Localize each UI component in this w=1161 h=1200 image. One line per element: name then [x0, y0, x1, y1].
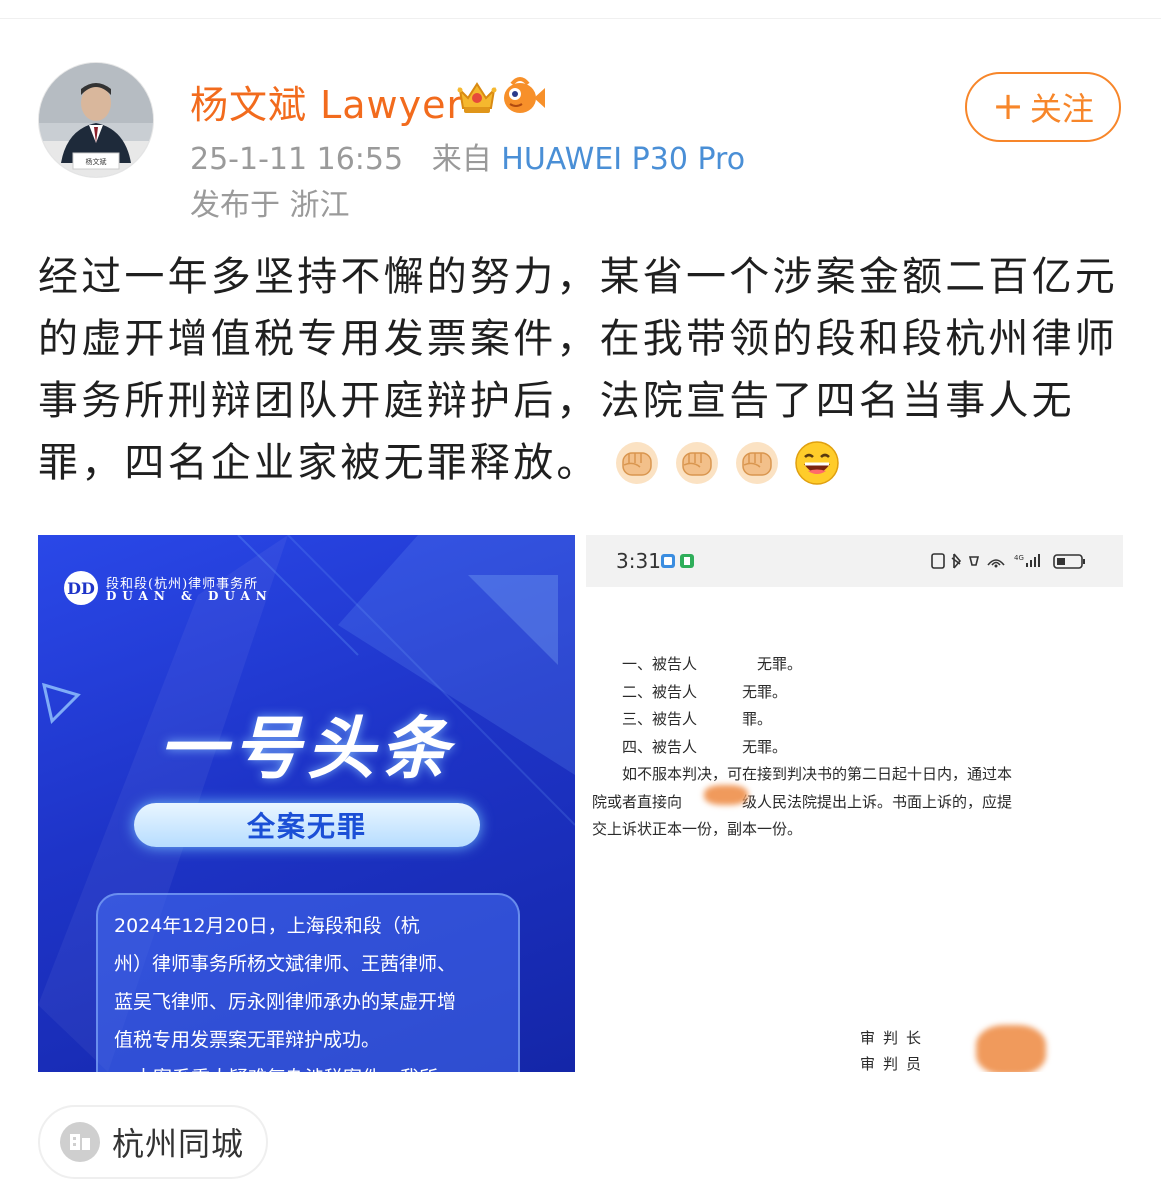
poster-text-line: 州）律师事务所杨文斌律师、王茜律师、 [114, 953, 457, 975]
notification-icons [661, 554, 694, 568]
verdict-line: 四、被告人 无罪。 [592, 737, 788, 756]
status-icons: 4G [931, 553, 1085, 569]
verdict-line: 院或者直接向 级人民法院提出上诉。书面上诉的，应提 [592, 792, 1013, 811]
post-text-line: 罪，四名企业家被无罪释放。 [38, 440, 600, 486]
verdict-line: 一、被告人 无罪。 [592, 655, 803, 673]
status-time: 3:31 [616, 549, 661, 573]
redaction-blur [706, 647, 742, 763]
sign-line: 审判长 [860, 1029, 930, 1047]
emoji-row [614, 440, 840, 486]
location-tag[interactable]: 杭州同城 [38, 1105, 268, 1179]
follow-label: 关注 [1029, 90, 1094, 128]
firm-logo-icon: DD [64, 571, 98, 605]
top-divider [0, 0, 1161, 19]
fist-emoji-icon [616, 442, 658, 484]
author-name[interactable]: 杨文斌 Lawyer [190, 74, 463, 129]
poster-pill: 全案无罪 [134, 803, 480, 847]
publish-location: 发布于 浙江 [190, 188, 350, 223]
fist-emoji-icon [736, 442, 778, 484]
verdict-line: 二、被告人 无罪。 [592, 682, 788, 701]
source-prefix: 来自 [431, 142, 492, 177]
post-text-line: 事务所刑辩团队开庭辩护后，法院宣告了四名当事人无 [38, 378, 1075, 424]
poster-textbox: 2024年12月20日，上海段和段（杭 州）律师事务所杨文斌律师、王茜律师、 蓝… [96, 893, 520, 1072]
verdict-document: 一、被告人 无罪。 二、被告人 无罪。 三、被告人 罪。 四、被告人 无罪。 如… [592, 651, 1112, 844]
follow-button[interactable]: + 关注 [965, 72, 1121, 142]
plus-icon: + [992, 84, 1024, 128]
post-text-line: 经过一年多坚持不懈的努力，某省一个涉案金额二百亿元 [38, 254, 1118, 300]
verdict-signature: 审判长 审判员 [860, 1025, 929, 1072]
post-body: 经过一年多坚持不懈的努力，某省一个涉案金额二百亿元 的虚开增值税专用发票案件，在… [38, 246, 1128, 494]
poster-text-line: 2024年12月20日，上海段和段（杭 [114, 915, 420, 937]
redaction-mark [976, 1025, 1046, 1072]
crown-badge-icon[interactable] [456, 78, 498, 116]
laughing-emoji-icon [795, 441, 839, 485]
author-avatar[interactable]: 杨文斌 [38, 62, 154, 178]
post-text-line: 的虚开增值税专用发票案件，在我带领的段和段杭州律师 [38, 316, 1118, 362]
post-image-verdict[interactable]: 3:31 4G 一、被告人 无罪。 二、被告人 无罪。 三、被告人 罪。 四、被… [586, 535, 1123, 1072]
verdict-line: 如不服本判决，可在接到判决书的第二日起十日内，通过本 [592, 765, 1013, 783]
verdict-line: 三、被告人 罪。 [592, 710, 773, 728]
poster-text-line: 蓝吴飞律师、厉永刚律师承办的某虚开增 [114, 991, 457, 1013]
phone-status-bar: 3:31 4G [586, 535, 1123, 587]
poster-text-line: 本案系重大疑难复杂涉税案件，我所 [114, 1059, 508, 1072]
post-meta: 25-1-11 16:55 来自 HUAWEI P30 Pro [190, 134, 745, 178]
redaction-mark [704, 785, 748, 805]
poster-text-line: 值税专用发票案无罪辩护成功。 [114, 1029, 381, 1051]
firm-name-en: DUAN & DUAN [106, 589, 273, 603]
post-timestamp: 25-1-11 16:55 [190, 142, 404, 177]
device-link[interactable]: HUAWEI P30 Pro [501, 142, 745, 177]
city-icon [60, 1122, 100, 1162]
avatar-name-plate: 杨文斌 [86, 157, 107, 166]
avatar-photo: 杨文斌 [39, 63, 153, 177]
location-tag-label: 杭州同城 [112, 1125, 245, 1163]
poster-headline: 一号头条 [158, 710, 455, 789]
post-image-poster[interactable]: DD 段和段(杭州)律师事务所 DUAN & DUAN 一号头条 全案无罪 20… [38, 535, 575, 1072]
fist-emoji-icon [676, 442, 718, 484]
fish-badge-icon[interactable] [500, 74, 546, 118]
verdict-line: 交上诉状正本一份，副本一份。 [592, 820, 803, 838]
svg-text:4G: 4G [1014, 554, 1024, 562]
sign-line: 审判员 [860, 1055, 930, 1072]
